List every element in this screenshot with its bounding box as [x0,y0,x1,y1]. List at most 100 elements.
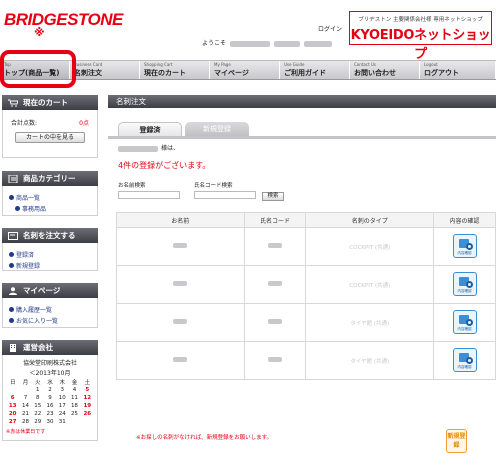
category-icon [8,174,18,183]
calendar-day [68,418,80,426]
calendar-day: 6 [10,395,15,401]
cell-type: タイヤ館 (共通) [305,341,435,380]
code-search-input[interactable] [194,191,256,199]
redacted-name [229,40,270,47]
calendar-day: 12 [83,395,92,401]
nav-contact[interactable]: Contact Us お問い合わせ [350,61,420,79]
cell-name [116,227,245,266]
confirm-content-icon[interactable]: 内容確認 [452,233,477,258]
confirm-content-icon[interactable]: 内容確認 [452,309,477,334]
cell-name [116,265,245,304]
redacted-name [173,357,188,362]
calendar-day: 23 [46,411,54,417]
redacted-name [273,40,300,47]
cell-code [243,227,307,266]
name-search-input[interactable] [118,191,180,199]
mypage-panel: 購入履歴一覧 お気に入り一覧 [2,298,98,328]
cell-confirm: 内容確認 [433,227,496,266]
calendar-day: 20 [8,411,17,417]
redacted-name [173,319,188,324]
new-registration-button[interactable]: 新規登録 [446,429,467,453]
calendar-day: 1 [35,387,40,393]
bullet-icon [9,252,14,257]
calendar-day: 31 [58,419,66,425]
view-cart-button[interactable]: カートの中を見る [15,132,85,143]
welcome-text: ようこそ [202,38,332,47]
nav-label: マイページ [214,69,249,77]
welcome-prefix: ようこそ [202,40,227,47]
confirm-content-icon[interactable]: 内容確認 [452,347,477,372]
calendar-day: 7 [23,395,28,401]
bullet-icon [15,206,20,211]
code-search-field: 氏名コード検索 [194,181,256,201]
link-label: 新規登録 [16,263,41,270]
redacted-name [118,145,158,152]
tab-underline [108,136,496,139]
header: BRIDGESTONE ※ ログイン ようこそ ブリヂストン 主要関係会社様 専… [0,0,496,62]
name-search-field: お名前検索 [118,181,180,201]
cell-confirm: 内容確認 [433,265,496,304]
calendar-day: 9 [48,395,52,401]
nav-label: 現在のカート [144,69,186,77]
category-heading: 商品カテゴリー [2,171,98,186]
calendar-week: 1 2 3 4 5 [6,386,94,394]
link-label: 登録済 [16,252,35,259]
card-icon [8,231,18,240]
nav-logout[interactable]: Logout ログアウト [420,61,496,79]
tab-registered[interactable]: 登録済 [118,122,182,136]
calendar-day: 8 [35,395,40,401]
col-confirm: 内容の確認 [433,212,496,228]
bridgestone-logo[interactable]: BRIDGESTONE [4,10,123,30]
cell-type: タイヤ館 (共通) [305,303,435,342]
tab-new[interactable]: 新規登録 [185,122,249,136]
bullet-icon [9,307,14,312]
calendar-day: 17 [58,403,66,409]
mypage-link-history[interactable]: 購入履歴一覧 [9,305,91,314]
weekday-label: 日 [9,380,16,386]
weekday-label: 土 [84,380,91,386]
redacted-name [173,281,188,286]
nav-use-guide[interactable]: Use Guide ご利用ガイド [280,61,350,79]
login-link[interactable]: ログイン [318,24,342,33]
cell-name [116,341,245,380]
order-link-new[interactable]: 新規登録 [9,261,91,270]
cart-heading: 現在のカート [2,95,98,110]
search-form: お名前検索 氏名コード検索 検索 [118,181,284,201]
nav-business-card[interactable]: Business Card 名刺注文 [70,61,140,79]
col-type: 名刺のタイプ [305,212,435,228]
tab-bar: 登録済 新規登録 [118,122,252,136]
confirm-content-icon[interactable]: 内容確認 [452,271,477,296]
bullet-icon [9,263,14,268]
calendar-day: 26 [83,411,92,417]
redacted-code [268,243,283,248]
name-search-label: お名前検索 [118,183,146,189]
category-link-office[interactable]: 事務用品 [9,204,91,213]
weekday-label: 金 [71,380,78,386]
calendar-day [19,386,31,394]
shop-banner[interactable]: ブリヂストン 主要関係会社様 専用ネットショップ KYOEIDOネットショップ [349,11,492,62]
cell-confirm: 内容確認 [433,341,496,380]
bullet-icon [9,195,14,200]
cell-confirm: 内容確認 [433,303,496,342]
nav-en: Business Card [74,62,103,67]
mypage-heading: マイページ [2,283,98,298]
calendar-day: 22 [34,411,42,417]
bullet-icon [9,318,14,323]
nav-shopping-cart[interactable]: Shopping Cart 現在のカート [140,61,210,79]
order-link-registered[interactable]: 登録済 [9,250,91,259]
page-title: 名刺注文 [108,95,496,108]
calendar-month[interactable]: ＜2013年10月 [6,368,94,377]
company-name: 協栄堂印刷株式会社 [22,360,77,367]
mypage-link-favorites[interactable]: お気に入り一覧 [9,316,91,325]
user-icon [8,286,18,295]
calendar-day [81,418,94,426]
card-list-table: お名前 氏名コード 名刺のタイプ 内容の確認 COCKPIT (共通) 内容確認 C… [116,212,496,380]
search-button[interactable]: 検索 [262,192,284,201]
category-link-all[interactable]: 商品一覧 [9,193,91,202]
shop-subtitle: ブリヂストン 主要関係会社様 専用ネットショップ [358,17,483,23]
cart-title: 現在のカート [23,98,68,107]
calendar-week: 13 14 15 16 17 18 19 [6,402,94,410]
cart-total-label: 合計点数: [11,120,38,127]
nav-my-page[interactable]: My Page マイページ [210,61,280,79]
calendar-note: ※赤は休業日です [6,429,46,435]
